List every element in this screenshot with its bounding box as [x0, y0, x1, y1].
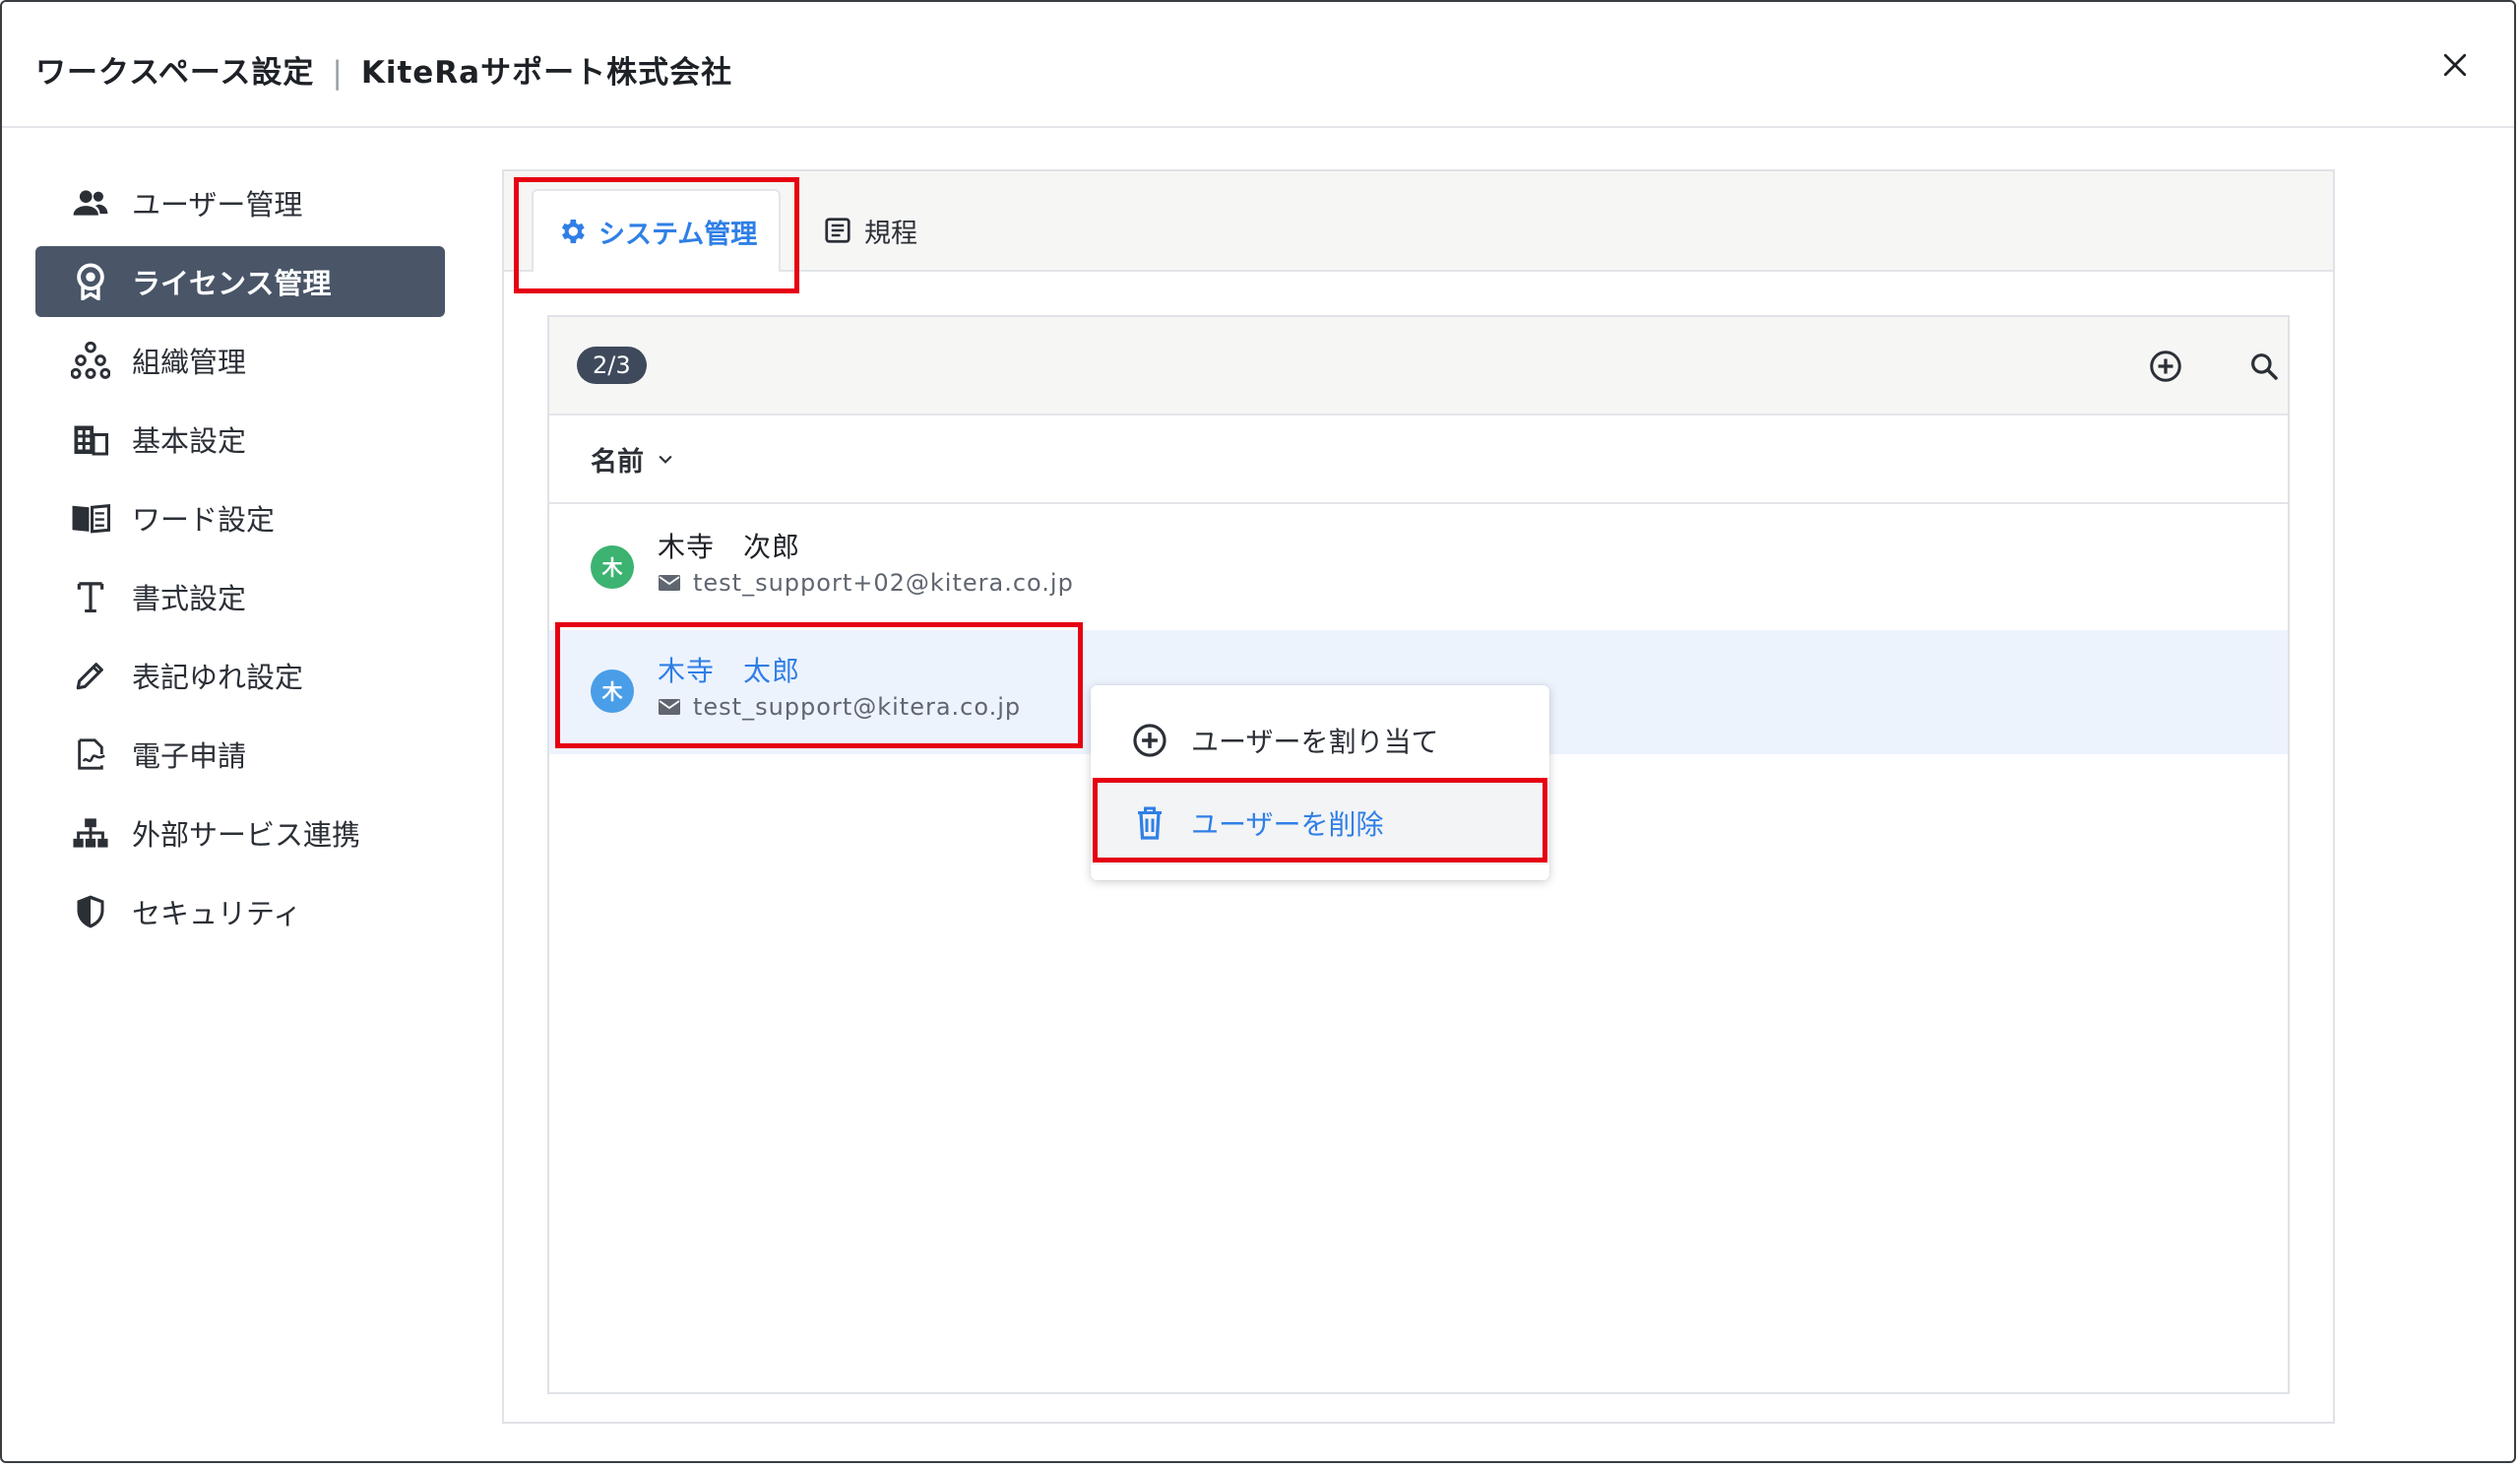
tab-regulations[interactable]: 規程 — [799, 189, 939, 272]
user-context-menu: ユーザーを割り当て ユーザーを削除 — [1091, 685, 1549, 880]
sidebar-item-word-settings[interactable]: ワード設定 — [35, 482, 445, 553]
workspace-settings-dialog: ワークスペース設定 | KiteRaサポート株式会社 ユーザー管理 ライセンス管理 … — [0, 0, 2516, 1463]
document-list-icon — [821, 214, 854, 247]
user-name: 木寺 太郎 — [658, 655, 801, 687]
gear-icon — [555, 215, 589, 248]
dialog-title-text: ワークスペース設定 — [35, 55, 315, 91]
search-icon — [2251, 353, 2278, 380]
org-tree-icon — [69, 339, 112, 382]
sidebar-item-label: 書式設定 — [132, 582, 247, 615]
sidebar-item-label: セキュリティ — [132, 897, 302, 930]
delete-user-menu-item[interactable]: ユーザーを削除 — [1091, 782, 1549, 864]
sidebar-item-users[interactable]: ユーザー管理 — [35, 167, 445, 238]
avatar: 木 — [591, 670, 634, 713]
menu-item-label: ユーザーを割り当て — [1191, 726, 1439, 758]
sidebar-item-license[interactable]: ライセンス管理 — [35, 246, 445, 317]
sitemap-icon — [69, 811, 112, 855]
sort-by-name-button[interactable]: 名前 — [549, 415, 2288, 504]
add-circle-icon — [2150, 351, 2181, 382]
close-button[interactable] — [2435, 45, 2475, 85]
trash-icon — [1130, 803, 1169, 843]
sidebar-item-label: 表記ゆれ設定 — [132, 661, 304, 694]
sidebar-item-label: 外部サービス連携 — [132, 818, 361, 852]
title-separator: | — [332, 55, 344, 91]
user-email: test_support@kitera.co.jp — [658, 693, 1021, 721]
sidebar-item-label: ワード設定 — [132, 503, 276, 537]
shield-icon — [69, 890, 112, 933]
add-circle-icon — [1130, 721, 1169, 760]
text-format-icon — [69, 575, 112, 618]
tab-bar: システム管理 規程 — [504, 171, 2333, 272]
mail-icon — [658, 570, 683, 596]
sidebar-item-notation-settings[interactable]: 表記ゆれ設定 — [35, 640, 445, 711]
add-user-button[interactable] — [2144, 345, 2187, 388]
sidebar-item-security[interactable]: セキュリティ — [35, 876, 445, 947]
sidebar-item-organization[interactable]: 組織管理 — [35, 325, 445, 396]
users-icon — [69, 181, 112, 224]
sidebar-item-label: 基本設定 — [132, 424, 247, 458]
dialog-title: ワークスペース設定 | KiteRaサポート株式会社 — [35, 47, 732, 92]
assign-user-menu-item[interactable]: ユーザーを割り当て — [1091, 699, 1549, 782]
sidebar-item-e-application[interactable]: 電子申請 — [35, 719, 445, 790]
user-email-text: test_support@kitera.co.jp — [693, 693, 1022, 721]
tab-label: システム管理 — [598, 219, 758, 250]
sidebar-item-format-settings[interactable]: 書式設定 — [35, 561, 445, 632]
chevron-down-icon — [656, 449, 675, 469]
user-email: test_support+02@kitera.co.jp — [658, 569, 1074, 597]
list-toolbar: 2/3 — [549, 317, 2288, 415]
book-icon — [69, 496, 112, 540]
sidebar-item-label: ライセンス管理 — [132, 267, 332, 300]
sidebar-item-label: 組織管理 — [132, 346, 247, 379]
user-email-text: test_support+02@kitera.co.jp — [693, 569, 1074, 597]
search-button[interactable] — [2242, 345, 2286, 388]
document-signature-icon — [69, 733, 112, 776]
sidebar-item-label: 電子申請 — [132, 739, 247, 773]
mail-icon — [658, 694, 683, 720]
sidebar-item-basic-settings[interactable]: 基本設定 — [35, 404, 445, 475]
license-count-badge: 2/3 — [577, 347, 647, 384]
org-name: KiteRaサポート株式会社 — [360, 55, 733, 91]
tab-label: 規程 — [864, 218, 917, 249]
close-icon — [2443, 53, 2467, 77]
sidebar-item-external-services[interactable]: 外部サービス連携 — [35, 798, 445, 868]
sidebar-item-label: ユーザー管理 — [132, 188, 303, 222]
license-badge-icon — [69, 260, 112, 303]
menu-item-label: ユーザーを削除 — [1191, 808, 1384, 841]
tab-system-management[interactable]: システム管理 — [532, 189, 782, 272]
user-name: 木寺 次郎 — [658, 531, 801, 563]
sort-label: 名前 — [591, 446, 644, 478]
building-icon — [69, 417, 112, 461]
avatar: 木 — [591, 545, 634, 589]
user-row[interactable]: 木 木寺 次郎 test_support+02@kitera.co.jp — [549, 506, 2288, 630]
settings-sidebar: ユーザー管理 ライセンス管理 組織管理 基本設定 ワード設定 書式設定 表記ゆれ… — [35, 167, 445, 955]
dialog-header: ワークスペース設定 | KiteRaサポート株式会社 — [2, 2, 2514, 128]
pencil-icon — [69, 654, 112, 697]
